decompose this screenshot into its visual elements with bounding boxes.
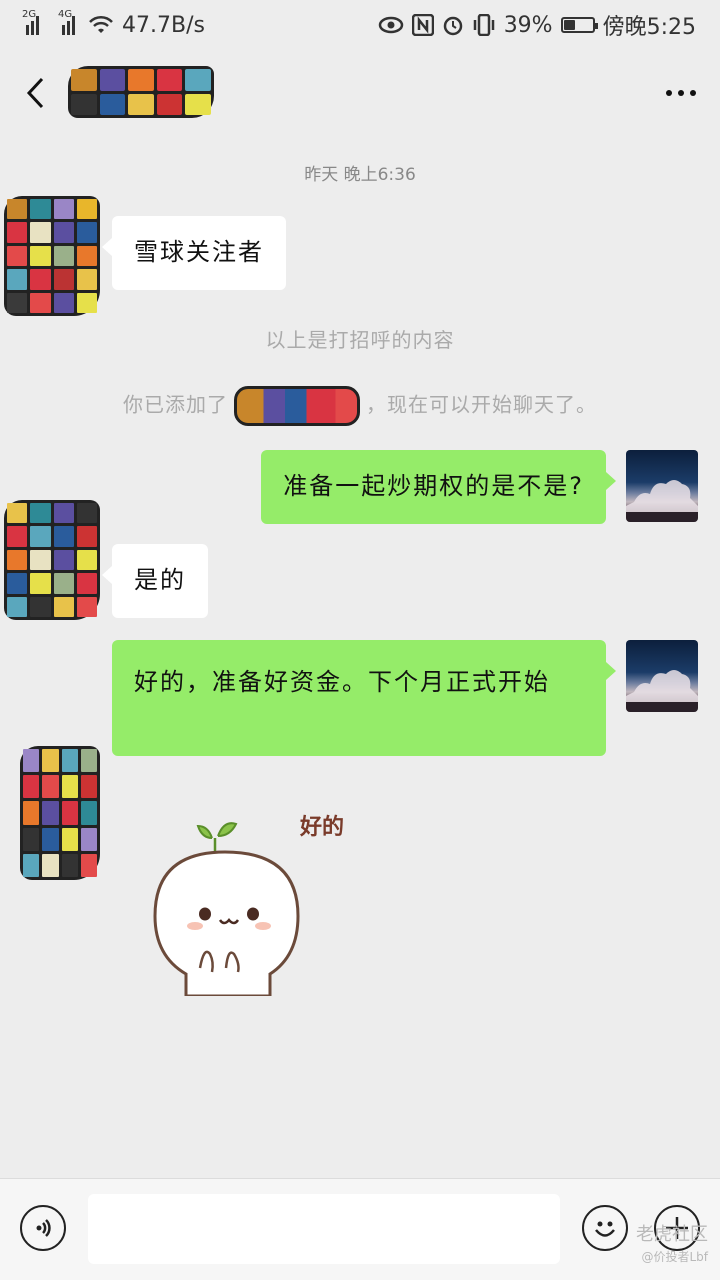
message-text: 雪球关注者 [134, 238, 264, 266]
message-input[interactable] [88, 1194, 560, 1264]
message-bubble-received[interactable]: 雪球关注者 [102, 216, 286, 290]
network-speed: 47.7B/s [122, 12, 205, 38]
chat-header [0, 50, 720, 136]
chat-timestamp: 昨天 晚上6:36 [304, 165, 416, 185]
contact-avatar[interactable] [4, 196, 100, 316]
eye-icon [378, 16, 403, 34]
network-type-label: 2G [22, 9, 37, 20]
contact-avatar[interactable] [20, 746, 100, 880]
battery-icon [560, 17, 598, 33]
input-bar: 老虎社区 @价投者Lbf [0, 1178, 720, 1280]
chevron-left-icon[interactable] [24, 68, 60, 118]
message-bubble-received[interactable]: 是的 [102, 544, 208, 618]
my-avatar[interactable] [626, 450, 698, 522]
vibrate-icon [473, 14, 494, 36]
more-dots-icon[interactable] [666, 90, 696, 96]
battery-fill [563, 20, 575, 30]
status-time: 傍晚5:25 [602, 15, 696, 40]
system-added-prefix: 你已添加了 [123, 392, 228, 417]
my-avatar[interactable] [626, 640, 698, 712]
status-bar-left: 2G 4G 47.7B/s [22, 9, 205, 38]
alarm-icon [443, 16, 462, 36]
signal-icon: 4G [58, 9, 80, 35]
network-type-label: 4G [58, 9, 73, 20]
battery-percent: 39% [503, 12, 553, 38]
contact-avatar[interactable] [4, 500, 100, 620]
system-message-added: 你已添加了 ，现在可以开始聊天了。 [0, 386, 720, 426]
signal-icon: 2G [22, 9, 44, 35]
message-text: 准备一起炒期权的是不是? [283, 472, 584, 500]
system-message-greeting: 以上是打招呼的内容 [265, 328, 455, 352]
message-bubble-sent[interactable]: 好的，准备好资金。下个月正式开始 [112, 640, 616, 756]
sticker-text: 好的 [299, 814, 344, 840]
chat-message-list[interactable]: 昨天 晚上6:36 雪球关注者 以上是打招呼的内容 你已添加了 ，现在可以开始聊天… [0, 136, 720, 1178]
sticker-message[interactable]: 好的 [150, 796, 350, 998]
emoji-icon[interactable] [582, 1205, 628, 1251]
message-text: 是的 [134, 566, 186, 594]
watermark: 老虎社区 @价投者Lbf [636, 1224, 708, 1268]
contact-name-redacted [234, 386, 360, 426]
message-bubble-sent[interactable]: 准备一起炒期权的是不是? [261, 450, 616, 524]
watermark-title: 老虎社区 [636, 1224, 708, 1245]
watermark-user: @价投者Lbf [641, 1250, 708, 1264]
message-text: 好的，准备好资金。下个月正式开始 [134, 668, 550, 696]
contact-name-redacted [68, 66, 214, 118]
status-bar: 2G 4G 47.7B/s 39% 傍晚5:25 [0, 0, 720, 50]
wifi-icon [89, 15, 113, 33]
system-added-suffix: ，现在可以开始聊天了。 [366, 392, 597, 417]
nfc-icon [411, 14, 434, 36]
voice-icon[interactable] [20, 1205, 66, 1251]
status-bar-right: 39% 傍晚5:25 [378, 9, 696, 41]
